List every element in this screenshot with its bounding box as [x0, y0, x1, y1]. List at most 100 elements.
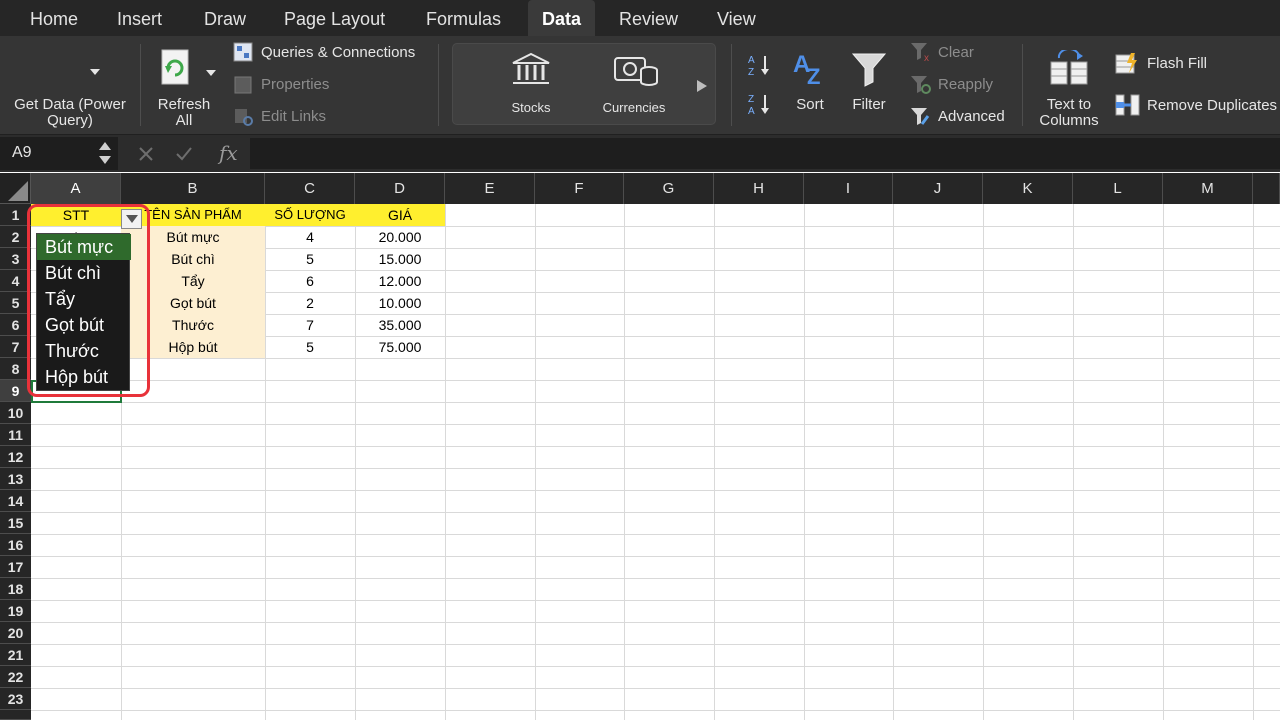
- gridline: [31, 578, 1280, 579]
- column-header-m[interactable]: M: [1163, 173, 1253, 204]
- column-header-b[interactable]: B: [121, 173, 265, 204]
- worksheet-grid[interactable]: A B C D E F G H I J K L M 1 2 3 4 5 6 7: [0, 173, 1280, 720]
- table-cell[interactable]: 4: [265, 226, 355, 248]
- svg-text:Z: Z: [807, 64, 820, 86]
- row-header-21[interactable]: 21: [0, 644, 31, 666]
- queries-connections-button[interactable]: Queries & Connections: [261, 44, 415, 61]
- table-cell[interactable]: 7: [265, 314, 355, 336]
- refresh-label-1: Refresh: [157, 96, 211, 113]
- table-cell[interactable]: 5: [265, 248, 355, 270]
- table-cell[interactable]: 15.000: [355, 248, 445, 270]
- tab-view[interactable]: View: [717, 0, 756, 36]
- sort-z-to-a-icon[interactable]: Z A: [747, 92, 773, 123]
- table-cell[interactable]: 35.000: [355, 314, 445, 336]
- sort-button[interactable]: Sort: [786, 97, 834, 113]
- gridline: [31, 402, 1280, 403]
- select-all-corner[interactable]: [0, 173, 31, 204]
- cancel-entry-icon[interactable]: [138, 146, 154, 167]
- ribbon-separator: [140, 44, 141, 126]
- row-header-16[interactable]: 16: [0, 534, 31, 556]
- sort-icon[interactable]: A Z: [793, 50, 829, 91]
- gridline: [983, 204, 984, 720]
- column-header-a[interactable]: A: [31, 173, 121, 204]
- tab-insert[interactable]: Insert: [117, 0, 162, 36]
- gridline: [714, 204, 715, 720]
- row-header-14[interactable]: 14: [0, 490, 31, 512]
- table-cell[interactable]: 10.000: [355, 292, 445, 314]
- column-header-i[interactable]: I: [804, 173, 893, 204]
- row-header-10[interactable]: 10: [0, 402, 31, 424]
- edit-links-button[interactable]: Edit Links: [261, 108, 326, 125]
- column-header-h[interactable]: H: [714, 173, 804, 204]
- filter-button[interactable]: Filter: [844, 97, 894, 113]
- sort-a-to-z-icon[interactable]: A Z: [747, 53, 773, 84]
- currencies-icon[interactable]: [613, 54, 659, 93]
- refresh-icon[interactable]: [156, 48, 194, 93]
- table-cell[interactable]: 12.000: [355, 270, 445, 292]
- insert-function-icon[interactable]: fx: [219, 141, 238, 165]
- name-box-stepper-icon[interactable]: [99, 142, 111, 169]
- tab-page-layout[interactable]: Page Layout: [284, 0, 385, 36]
- row-header-15[interactable]: 15: [0, 512, 31, 534]
- column-header-g[interactable]: G: [624, 173, 714, 204]
- flash-fill-button[interactable]: Flash Fill: [1147, 55, 1207, 72]
- advanced-filter-icon: [910, 107, 932, 132]
- filter-icon[interactable]: [851, 50, 887, 93]
- get-data-label-1: Get Data (Power: [14, 96, 126, 113]
- dropdown-arrow-icon[interactable]: [90, 62, 100, 80]
- get-data-button[interactable]: Get Data (Power Query): [6, 97, 134, 129]
- refresh-dropdown-icon[interactable]: [206, 63, 216, 81]
- text-to-columns-button[interactable]: Text to Columns: [1030, 97, 1108, 129]
- table-cell[interactable]: 75.000: [355, 336, 445, 358]
- stocks-button[interactable]: Stocks: [496, 100, 566, 115]
- column-header-j[interactable]: J: [893, 173, 983, 204]
- ribbon-tab-bar: Home Insert Draw Page Layout Formulas Da…: [0, 0, 1280, 36]
- column-header-c[interactable]: C: [265, 173, 355, 204]
- currencies-button[interactable]: Currencies: [596, 100, 672, 115]
- column-header-n[interactable]: [1253, 173, 1280, 204]
- row-header-18[interactable]: 18: [0, 578, 31, 600]
- gallery-next-icon[interactable]: [697, 79, 707, 97]
- table-header-quantity[interactable]: SỐ LƯỢNG: [265, 204, 355, 226]
- column-header-k[interactable]: K: [983, 173, 1073, 204]
- properties-icon: [234, 76, 252, 99]
- svg-text:Z: Z: [748, 67, 754, 78]
- row-header-23[interactable]: 23: [0, 688, 31, 710]
- row-header-22[interactable]: 22: [0, 666, 31, 688]
- row-header-13[interactable]: 13: [0, 468, 31, 490]
- remove-duplicates-button[interactable]: Remove Duplicates: [1147, 97, 1277, 114]
- column-header-l[interactable]: L: [1073, 173, 1163, 204]
- table-cell[interactable]: 2: [265, 292, 355, 314]
- row-header-11[interactable]: 11: [0, 424, 31, 446]
- row-header-20[interactable]: 20: [0, 622, 31, 644]
- column-header-f[interactable]: F: [535, 173, 624, 204]
- text-to-columns-icon[interactable]: [1049, 48, 1089, 91]
- ribbon-separator: [438, 44, 439, 126]
- row-header-19[interactable]: 19: [0, 600, 31, 622]
- row-header-17[interactable]: 17: [0, 556, 31, 578]
- tab-draw[interactable]: Draw: [204, 0, 246, 36]
- table-cell[interactable]: 20.000: [355, 226, 445, 248]
- tab-formulas[interactable]: Formulas: [426, 0, 501, 36]
- refresh-all-button[interactable]: Refresh All: [150, 97, 218, 129]
- table-cell[interactable]: 5: [265, 336, 355, 358]
- properties-button[interactable]: Properties: [261, 76, 329, 93]
- column-header-e[interactable]: E: [445, 173, 535, 204]
- gridline: [31, 688, 1280, 689]
- stocks-icon[interactable]: [511, 52, 551, 91]
- tab-home[interactable]: Home: [30, 0, 78, 36]
- gridline: [31, 358, 1280, 359]
- svg-text:x: x: [924, 53, 929, 62]
- row-header-24[interactable]: [0, 710, 31, 720]
- clear-button[interactable]: Clear: [938, 44, 974, 61]
- reapply-button[interactable]: Reapply: [938, 76, 993, 93]
- confirm-entry-icon[interactable]: [175, 146, 193, 167]
- row-header-12[interactable]: 12: [0, 446, 31, 468]
- advanced-button[interactable]: Advanced: [938, 108, 1005, 125]
- table-cell[interactable]: 6: [265, 270, 355, 292]
- table-header-price[interactable]: GIÁ: [355, 204, 445, 226]
- tab-review[interactable]: Review: [619, 0, 678, 36]
- formula-input[interactable]: [250, 138, 1280, 169]
- column-header-d[interactable]: D: [355, 173, 445, 204]
- tab-data[interactable]: Data: [528, 0, 596, 36]
